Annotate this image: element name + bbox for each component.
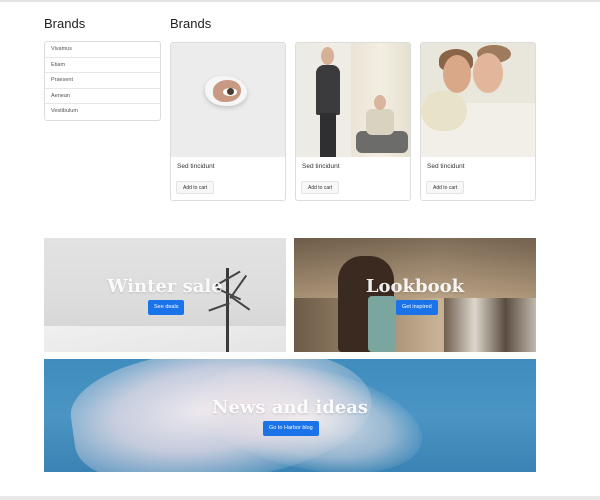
sidebar-item-vivamus[interactable]: Vivamus: [45, 42, 160, 58]
sidebar-item-praesent[interactable]: Praesent: [45, 73, 160, 89]
brands-list: Vivamus Etiam Praesent Aenean Vestibulum: [44, 41, 161, 121]
bottom-border: [0, 496, 600, 500]
product-image[interactable]: [296, 43, 410, 157]
product-title[interactable]: Sed tincidunt: [302, 163, 340, 170]
add-to-cart-button[interactable]: Add to cart: [301, 181, 340, 194]
sidebar-item-etiam[interactable]: Etiam: [45, 58, 160, 73]
news-and-ideas-banner[interactable]: News and ideas Go to Harbor blog: [44, 359, 536, 472]
brands-sidebar: Brands Vivamus Etiam Praesent Aenean Ves…: [44, 16, 161, 121]
lookbook-banner[interactable]: Lookbook Get inspired: [294, 238, 536, 352]
sidebar-item-aenean[interactable]: Aenean: [45, 89, 160, 104]
banner-title: Winter sale: [107, 276, 223, 297]
see-deals-button[interactable]: See deals: [148, 300, 185, 315]
page-title: Brands: [170, 16, 212, 31]
sidebar-title: Brands: [44, 16, 86, 31]
winter-sale-banner[interactable]: Winter sale See deals: [44, 238, 286, 352]
go-to-blog-button[interactable]: Go to Harbor blog: [263, 421, 319, 436]
get-inspired-button[interactable]: Get inspired: [396, 300, 438, 315]
add-to-cart-button[interactable]: Add to cart: [426, 181, 465, 194]
banner-title: News and ideas: [211, 397, 369, 418]
add-to-cart-button[interactable]: Add to cart: [176, 181, 215, 194]
product-image[interactable]: [171, 43, 285, 157]
product-card[interactable]: Sed tincidunt Add to cart: [295, 42, 411, 201]
top-border: [0, 0, 600, 2]
sidebar-item-vestibulum[interactable]: Vestibulum: [45, 104, 160, 120]
product-card[interactable]: Sed tincidunt Add to cart: [170, 42, 286, 201]
product-card[interactable]: Sed tincidunt Add to cart: [420, 42, 536, 201]
banner-title: Lookbook: [365, 276, 465, 297]
product-title[interactable]: Sed tincidunt: [427, 163, 465, 170]
product-title[interactable]: Sed tincidunt: [177, 163, 215, 170]
product-image[interactable]: [421, 43, 535, 157]
